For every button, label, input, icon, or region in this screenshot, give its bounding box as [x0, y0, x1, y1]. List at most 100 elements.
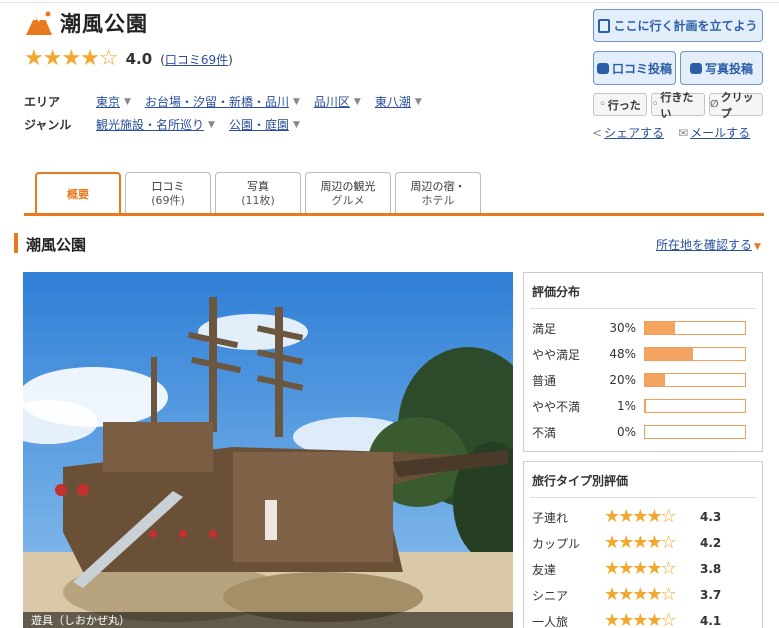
distribution-title: 評価分布 — [532, 285, 581, 299]
distribution-label: やや満足 — [532, 347, 581, 362]
travel-type-stars: ★★★★☆ — [604, 558, 677, 579]
caret-down-icon: ▼ — [292, 119, 300, 130]
travel-type-label: 子連れ — [532, 510, 569, 525]
area-row: エリア 東京 ▼ お台場・汐留・新橋・品川 ▼ 品川区 ▼ 東八潮 ▼ — [24, 90, 436, 113]
clip-button[interactable]: ∅ クリップ — [709, 91, 763, 120]
share-icon: < — [592, 125, 603, 140]
paperclip-icon: ∅ — [710, 99, 719, 110]
distribution-bar-fill — [645, 348, 693, 360]
genre-item[interactable]: 観光施設・名所巡り ▼ — [96, 116, 215, 133]
area-label: エリア — [24, 95, 61, 109]
caret-down-icon: ▼ — [124, 96, 131, 107]
pirate-ship-playground-image — [23, 272, 513, 628]
travel-type-stars: ★★★★☆ — [604, 610, 677, 628]
area-item[interactable]: 品川区 ▼ — [314, 93, 361, 110]
walker-icon: ◦ — [652, 99, 659, 110]
tab-underline — [24, 213, 764, 216]
mail-link[interactable]: メールする — [690, 124, 750, 141]
travel-type-stars: ★★★★☆ — [604, 532, 677, 553]
area-item[interactable]: 東八潮 ▼ — [375, 93, 422, 110]
rating-distribution-panel: 評価分布 満足 30% やや満足 48% 普通 20% やや不満 1% 不満 0% — [523, 272, 763, 452]
tab-nearby-sights[interactable]: 周辺の観光 グルメ — [305, 172, 391, 215]
tab-overview[interactable]: 概要 — [35, 172, 121, 215]
footprint-icon: ◦ — [599, 99, 606, 110]
calendar-icon — [598, 18, 611, 33]
travel-type-title: 旅行タイプ別評価 — [532, 474, 629, 488]
distribution-label: 普通 — [532, 373, 557, 388]
travel-type-label: 一人旅 — [532, 614, 569, 628]
distribution-bar-fill — [645, 400, 646, 412]
distribution-bar — [644, 347, 746, 361]
distribution-row: 満足 30% — [524, 315, 762, 341]
distribution-bar — [644, 425, 746, 439]
tab-label: 概要 — [67, 187, 89, 201]
distribution-bar — [644, 399, 746, 413]
rating-summary: ★★★★☆ 4.0 (口コミ69件) — [24, 48, 233, 70]
tab-label: 口コミ — [151, 180, 185, 193]
genre-row: ジャンル 観光施設・名所巡り ▼ 公園・庭園 ▼ — [24, 113, 436, 136]
photo-post-button[interactable]: 写真投稿 — [680, 51, 763, 85]
travel-type-score: 3.8 — [700, 562, 722, 576]
distribution-bar-fill — [645, 322, 675, 334]
travel-type-stars: ★★★★☆ — [604, 506, 677, 527]
travel-type-label: 友達 — [532, 562, 557, 577]
want-to-go-label: 行きたい — [660, 90, 694, 120]
distribution-percent: 48% — [609, 347, 636, 361]
went-button[interactable]: ◦ 行った — [593, 93, 647, 116]
tab-sublabel: (69件) — [151, 194, 185, 207]
mountain-logo-icon — [26, 11, 52, 35]
went-label: 行った — [607, 98, 641, 112]
review-post-button[interactable]: 口コミ投稿 — [593, 51, 676, 85]
main-photo[interactable] — [23, 272, 513, 628]
tab-sublabel: (11枚) — [241, 194, 275, 207]
distribution-row: やや不満 1% — [524, 393, 762, 419]
travel-type-score: 4.1 — [700, 614, 722, 628]
travel-type-label: シニア — [532, 588, 569, 603]
tab-nearby-hotels[interactable]: 周辺の宿・ ホテル — [395, 172, 481, 215]
genre-label: ジャンル — [24, 118, 72, 132]
distribution-row: 不満 0% — [524, 419, 762, 445]
travel-type-score: 4.2 — [700, 536, 722, 550]
travel-type-row: カップル ★★★★☆ 4.2 — [524, 530, 762, 556]
camera-icon — [689, 62, 702, 74]
section-accent-bar — [14, 233, 18, 253]
distribution-label: 不満 — [532, 425, 557, 440]
area-item[interactable]: お台場・汐留・新橋・品川 ▼ — [145, 93, 300, 110]
tab-photos[interactable]: 写真 (11枚) — [215, 172, 301, 215]
mail-icon: ✉ — [678, 125, 689, 140]
travel-type-row: シニア ★★★★☆ 3.7 — [524, 582, 762, 608]
spot-meta: エリア 東京 ▼ お台場・汐留・新橋・品川 ▼ 品川区 ▼ 東八潮 ▼ ジャンル 観光施… — [24, 90, 436, 136]
travel-type-label: カップル — [532, 536, 581, 551]
review-post-label: 口コミ投稿 — [611, 61, 672, 76]
want-to-go-button[interactable]: ◦ 行きたい — [651, 91, 705, 120]
panel-divider — [530, 308, 756, 309]
location-link[interactable]: 所在地を確認する ▼ — [656, 236, 761, 253]
distribution-percent: 30% — [609, 321, 636, 335]
travel-type-row: 友達 ★★★★☆ 3.8 — [524, 556, 762, 582]
travel-type-score: 4.3 — [700, 510, 722, 524]
distribution-bar — [644, 373, 746, 387]
tab-label: 周辺の宿・ — [410, 180, 466, 193]
distribution-bar — [644, 321, 746, 335]
tab-bar: 概要 口コミ (69件) 写真 (11枚) 周辺の観光 グルメ 周辺の宿・ ホテ… — [35, 172, 485, 215]
distribution-label: 満足 — [532, 321, 557, 336]
area-item[interactable]: 東京 ▼ — [96, 93, 131, 110]
distribution-percent: 20% — [609, 373, 636, 387]
share-row: < シェアする ✉ メールする — [592, 124, 750, 141]
top-border — [0, 2, 779, 3]
plan-trip-button[interactable]: ここに行く計画を立てよう — [593, 9, 763, 42]
travel-type-panel: 旅行タイプ別評価 子連れ ★★★★☆ 4.3 カップル ★★★★☆ 4.2 友達 ★★★★☆ 3… — [523, 461, 763, 628]
travel-type-score: 3.7 — [700, 588, 722, 602]
tab-sublabel: グルメ — [331, 194, 365, 207]
genre-item[interactable]: 公園・庭園 ▼ — [229, 116, 300, 133]
share-link[interactable]: シェアする — [604, 124, 664, 141]
rating-value: 4.0 — [125, 50, 153, 68]
tab-reviews[interactable]: 口コミ (69件) — [125, 172, 211, 215]
tab-sublabel: ホテル — [421, 194, 455, 207]
speech-bubble-icon — [596, 62, 609, 74]
review-count-link[interactable]: (口コミ69件) — [160, 51, 233, 68]
caret-down-icon: ▼ — [754, 242, 761, 252]
rating-stars: ★★★★☆ — [24, 46, 119, 71]
distribution-percent: 0% — [616, 425, 636, 439]
distribution-rows: 満足 30% やや満足 48% 普通 20% やや不満 1% 不満 0% — [524, 315, 762, 445]
